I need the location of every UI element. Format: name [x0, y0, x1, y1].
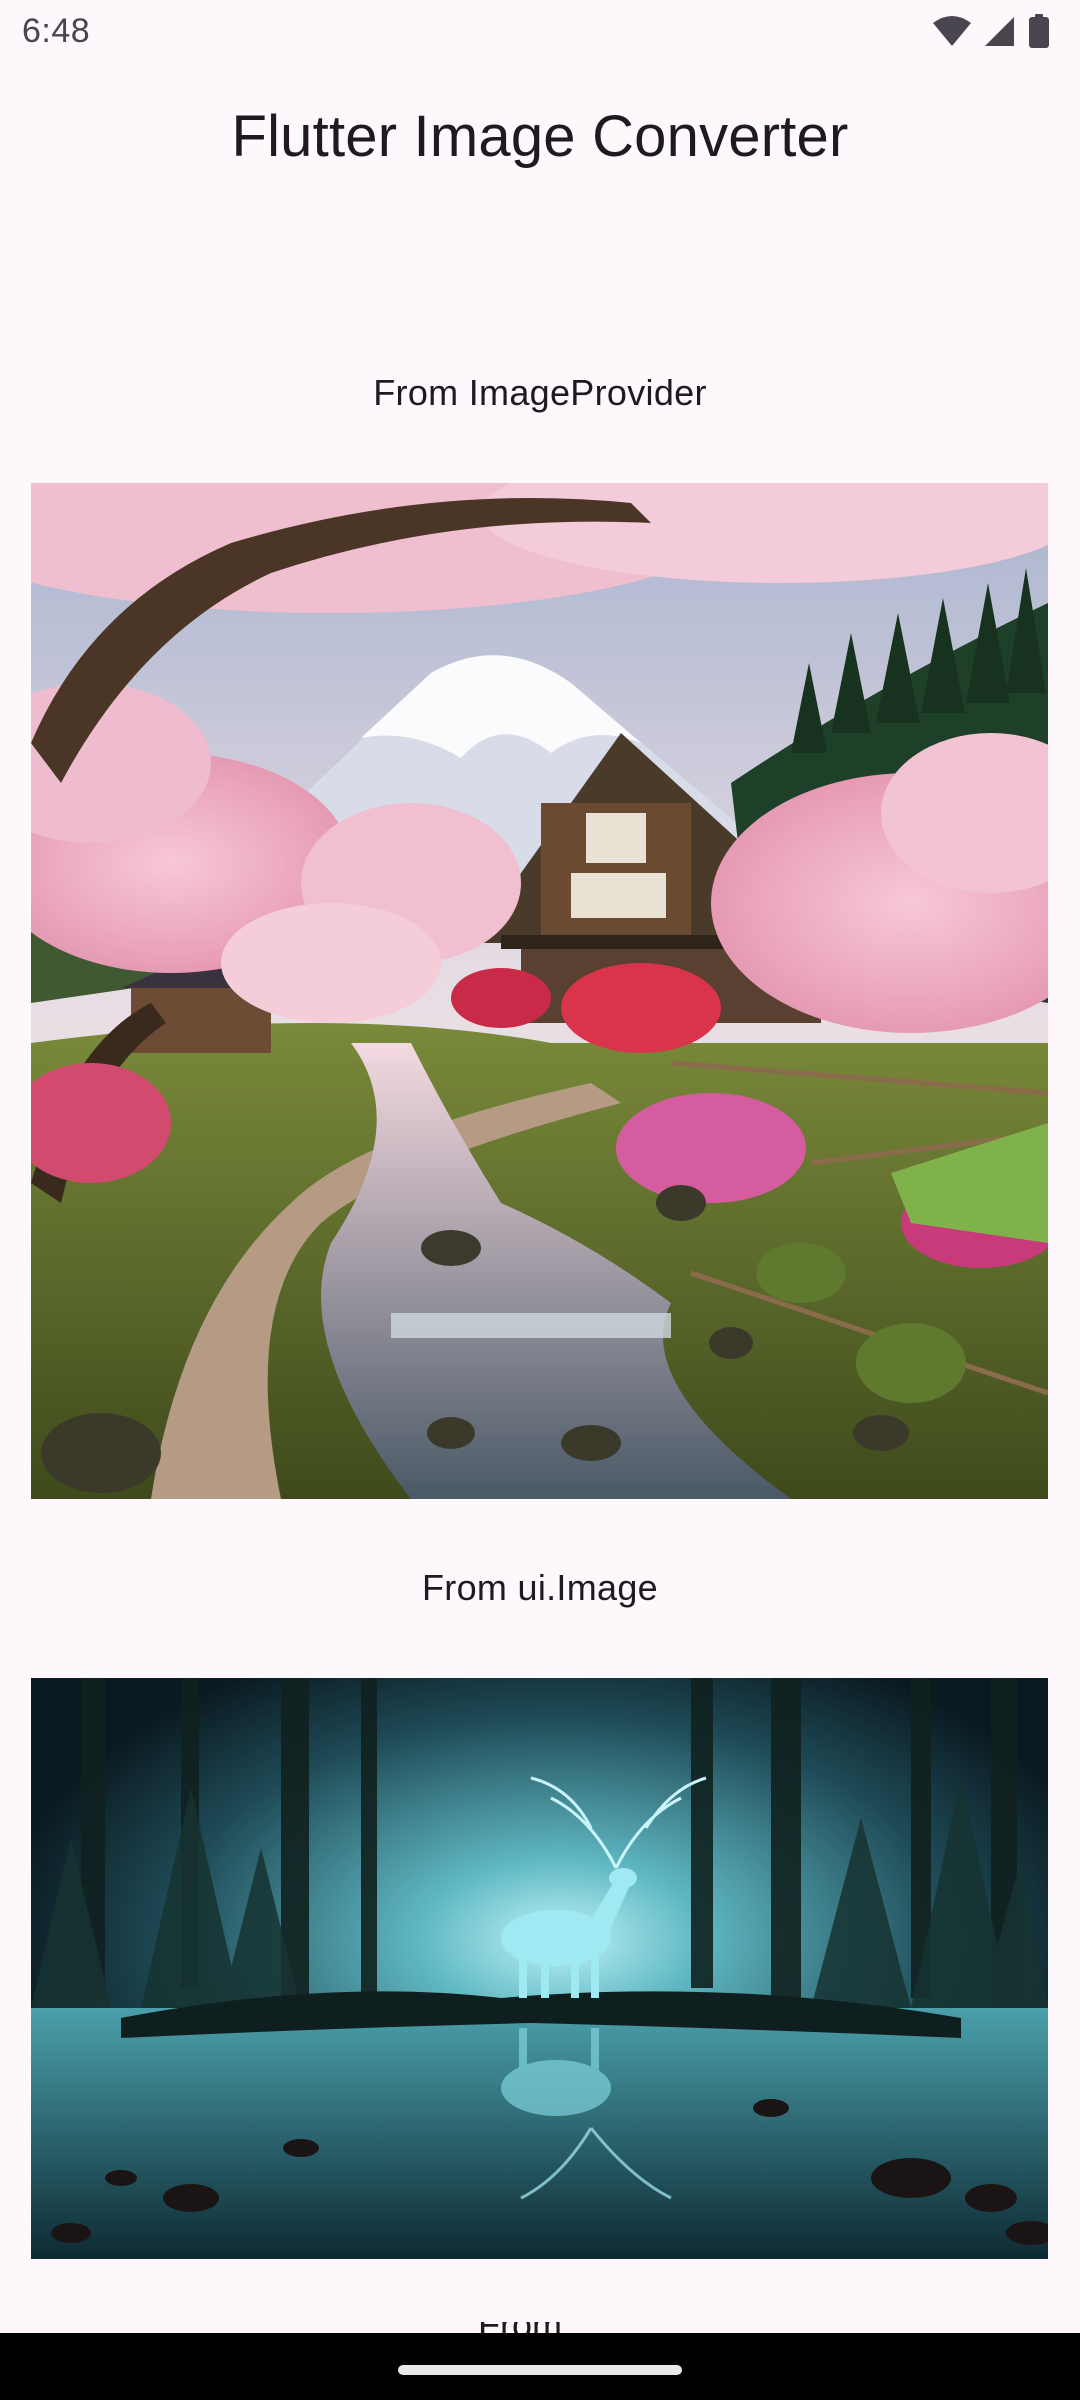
section-label-ui-image: From ui.Image [422, 1567, 658, 1608]
image-provider-picture [31, 483, 1048, 1499]
app-title: Flutter Image Converter [231, 103, 849, 169]
battery-icon [1028, 14, 1050, 48]
app-bar: Flutter Image Converter [0, 66, 1080, 206]
ui-image-picture [31, 1678, 1048, 2259]
home-gesture-handle[interactable] [398, 2365, 682, 2375]
screen: 6:48 Flutter Image Converter From ImageP… [0, 0, 1080, 2400]
cellular-signal-icon [984, 15, 1016, 47]
status-bar: 6:48 [0, 0, 1080, 66]
system-navigation-bar [0, 2333, 1080, 2400]
section-label-image-provider: From ImageProvider [373, 372, 707, 413]
status-time: 6:48 [22, 12, 91, 50]
wifi-icon [932, 15, 972, 47]
status-icons [932, 14, 1050, 48]
